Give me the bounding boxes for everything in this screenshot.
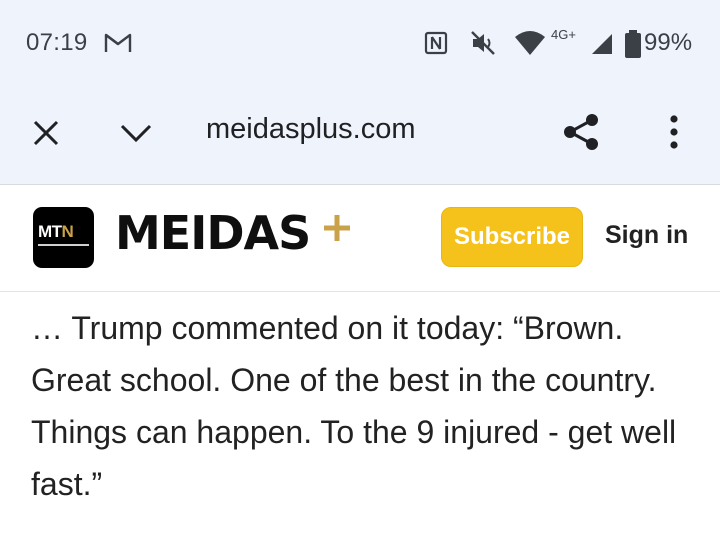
url-text[interactable]: meidasplus.com: [206, 113, 416, 146]
mtn-logo-text: MTN: [38, 222, 74, 242]
custom-tab-toolbar: meidasplus.com: [0, 88, 720, 185]
wifi-icon: [515, 31, 545, 55]
close-icon[interactable]: [28, 115, 64, 151]
article-paragraph: … Trump commented on it today: “Brown. G…: [31, 310, 677, 502]
sign-in-link[interactable]: Sign in: [605, 221, 688, 250]
battery-percent: 99%: [644, 29, 693, 56]
gmail-icon: [104, 33, 132, 52]
network-type: 4G+: [551, 27, 576, 42]
more-vert-icon[interactable]: [658, 110, 690, 154]
brand-name[interactable]: MEIDAS: [115, 206, 311, 260]
chevron-down-icon[interactable]: [116, 115, 156, 151]
mtn-logo-underline: [38, 244, 89, 246]
subscribe-button[interactable]: Subscribe: [441, 207, 583, 267]
battery-icon: [625, 30, 641, 58]
mtn-logo[interactable]: MTN: [33, 207, 94, 268]
mtn-logo-mt: MT: [38, 222, 62, 241]
nfc-icon: [424, 31, 448, 55]
plus-icon: [324, 215, 350, 241]
mute-icon: [471, 31, 495, 55]
mtn-logo-n: N: [61, 222, 74, 241]
share-icon[interactable]: [560, 110, 604, 154]
site-header: MTN MEIDAS Subscribe Sign in: [0, 185, 720, 292]
status-time: 07:19: [26, 29, 88, 56]
status-bar: 07:19 4G+ 99%: [0, 0, 720, 88]
signal-icon: [592, 34, 612, 54]
